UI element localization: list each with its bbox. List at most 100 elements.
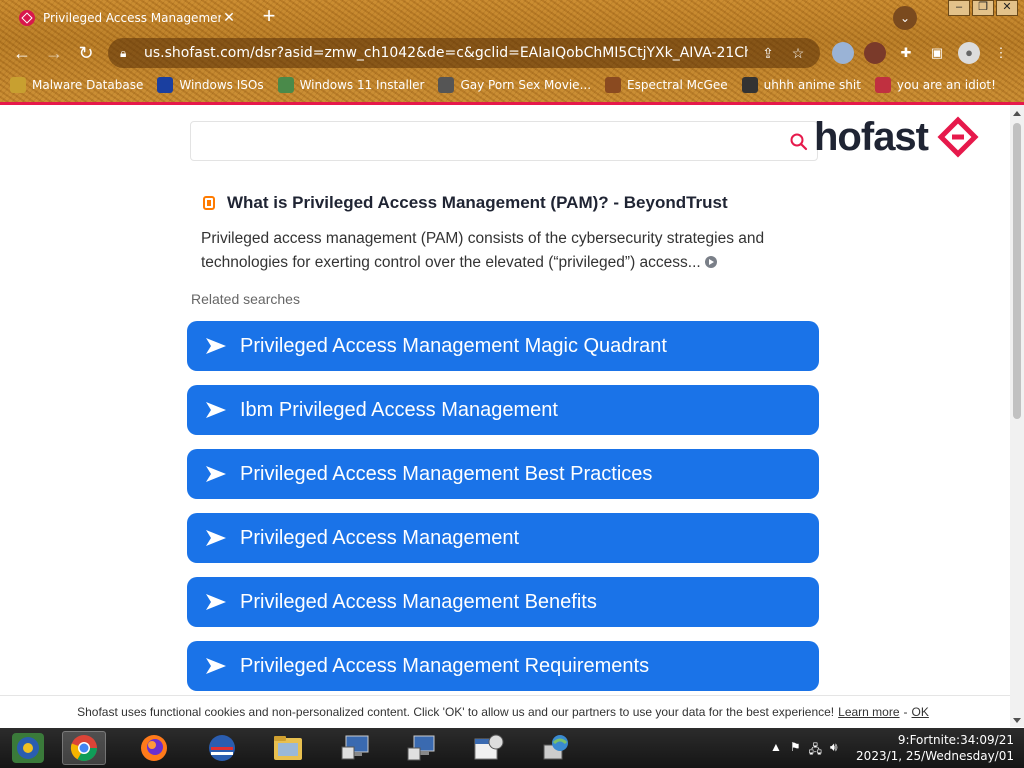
taskbar-firefox-button[interactable]	[132, 731, 176, 765]
result-title-link[interactable]: What is Privileged Access Management (PA…	[227, 193, 728, 213]
related-search-label: Privileged Access Management Benefits	[240, 590, 597, 613]
arrow-right-icon	[206, 338, 226, 354]
share-icon[interactable]: ⇪	[758, 45, 778, 62]
result-header: What is Privileged Access Management (PA…	[201, 193, 811, 213]
tab-title: Privileged Access Management - Sh	[43, 11, 221, 25]
extension-globe-icon[interactable]	[832, 42, 854, 64]
extensions-puzzle-icon[interactable]: ✚	[895, 42, 917, 64]
chrome-icon	[70, 735, 98, 762]
search-input[interactable]	[191, 122, 751, 160]
taskbar-chrome-button[interactable]	[62, 731, 106, 765]
flag-icon	[874, 77, 891, 93]
system-tray: ▲ ⚑ 🖧︎ 🔊︎	[770, 740, 838, 761]
url-text[interactable]: us.shofast.com/dsr?asid=zmw_ch1042&de=c&…	[144, 45, 748, 61]
action-center-flag-icon[interactable]: ⚑	[790, 740, 801, 761]
arrow-right-icon	[206, 402, 226, 418]
taskbar-network-button[interactable]	[400, 731, 444, 765]
start-orb-icon	[12, 733, 44, 763]
bookmark-label: Windows ISOs	[179, 78, 264, 92]
volume-icon[interactable]: 🔊︎	[830, 740, 838, 761]
bookmark-item[interactable]: you are an idiot!	[874, 77, 996, 93]
bookmark-label: Malware Database	[32, 78, 144, 92]
browser-tab[interactable]: Privileged Access Management - Sh ✕	[9, 4, 247, 32]
scrollbar-thumb[interactable]	[1013, 123, 1021, 419]
bookmark-item[interactable]: uhhh anime shit	[741, 77, 861, 93]
page-scrollbar[interactable]	[1010, 105, 1024, 727]
related-search-button[interactable]: Ibm Privileged Access Management	[187, 385, 819, 435]
arrow-right-icon	[206, 530, 226, 546]
tab-search-chevron-icon[interactable]: ⌄	[893, 6, 917, 30]
related-search-label: Privileged Access Management	[240, 526, 520, 549]
bookmark-item[interactable]: Malware Database	[10, 77, 143, 93]
back-arrow-icon[interactable]: ←	[10, 41, 34, 65]
extension-avatar-icon[interactable]	[864, 42, 886, 64]
related-search-button[interactable]: Privileged Access Management	[187, 513, 819, 563]
taskbar: ▲ ⚑ 🖧︎ 🔊︎ 9:Fortnite:34:09/21 2023/1, 25…	[0, 728, 1024, 768]
related-search-label: Privileged Access Management Magic Quadr…	[240, 334, 667, 357]
minimize-button[interactable]: –	[948, 0, 970, 16]
related-search-button[interactable]: Privileged Access Management Requirement…	[187, 641, 819, 691]
bookmark-label: uhhh anime shit	[763, 78, 861, 92]
cookie-ok-link[interactable]: OK	[912, 705, 929, 719]
globe-icon	[438, 77, 455, 93]
related-search-button[interactable]: Privileged Access Management Benefits	[187, 577, 819, 627]
arrow-right-icon	[206, 658, 226, 674]
taskbar-explorer-button[interactable]	[266, 731, 310, 765]
lock-icon: 🔒︎	[120, 46, 127, 60]
bookmark-star-icon[interactable]: ☆	[788, 45, 808, 62]
start-button[interactable]	[6, 731, 50, 765]
scroll-up-arrow-icon[interactable]	[1013, 111, 1021, 116]
learn-more-link[interactable]: Learn more	[838, 705, 899, 719]
firefox-icon	[141, 735, 167, 761]
taskbar-clock[interactable]: 9:Fortnite:34:09/21 2023/1, 25/Wednesday…	[856, 732, 1014, 764]
browser-menu-icon[interactable]: ⋮	[990, 42, 1012, 64]
side-panel-icon[interactable]: ▣	[926, 42, 948, 64]
bookmark-item[interactable]: Windows 11 Installer	[277, 77, 424, 93]
forward-arrow-icon[interactable]: →	[42, 41, 66, 65]
calendar-clock-icon	[474, 734, 504, 760]
cookie-separator: -	[903, 704, 908, 719]
bookmark-label: you are an idiot!	[896, 78, 996, 92]
bookmark-item[interactable]: Espectral McGee	[605, 77, 728, 93]
bookmark-item[interactable]: Gay Porn Sex Movie...	[438, 77, 591, 93]
search-result: What is Privileged Access Management (PA…	[201, 193, 811, 275]
close-window-button[interactable]: ✕	[996, 0, 1018, 16]
result-snippet-text: Privileged access management (PAM) consi…	[201, 230, 765, 271]
restore-button[interactable]: ❐	[972, 0, 994, 16]
taskbar-remote-desktop-button[interactable]	[334, 731, 378, 765]
shofast-logo[interactable]: hofast	[814, 115, 980, 159]
reload-icon[interactable]: ↻	[74, 41, 98, 65]
shofast-diamond-icon	[937, 116, 979, 158]
search-box	[190, 121, 818, 161]
globe-computer-icon	[543, 735, 568, 760]
avatar-icon	[605, 77, 622, 93]
related-search-label: Privileged Access Management Requirement…	[240, 654, 650, 677]
read-more-icon[interactable]	[704, 256, 717, 268]
anime-icon	[741, 77, 758, 93]
tab-close-icon[interactable]: ✕	[221, 10, 237, 26]
arrow-right-icon	[206, 466, 226, 482]
related-search-button[interactable]: Privileged Access Management Best Practi…	[187, 449, 819, 499]
web-page: hofast What is Privileged Access Managem…	[0, 105, 1010, 727]
related-searches-label: Related searches	[191, 291, 300, 307]
tray-expand-icon[interactable]: ▲	[770, 740, 782, 761]
taskbar-internet-button[interactable]	[534, 731, 578, 765]
bookmark-label: Espectral McGee	[627, 78, 728, 92]
new-tab-button[interactable]: +	[258, 5, 280, 27]
shofast-favicon-icon	[19, 10, 35, 26]
taskbar-app-button[interactable]	[200, 731, 244, 765]
profile-avatar-icon[interactable]: ●	[958, 42, 980, 64]
computer-icon	[341, 735, 369, 760]
network-icon[interactable]: 🖧︎	[809, 740, 822, 761]
bookmarks-bar: Malware Database Windows ISOs Windows 11 I…	[10, 74, 996, 96]
related-search-button[interactable]: Privileged Access Management Magic Quadr…	[187, 321, 819, 371]
cookie-text: Shofast uses functional cookies and non-…	[77, 704, 835, 719]
folder-icon	[10, 77, 26, 93]
bookmark-item[interactable]: Windows ISOs	[157, 77, 264, 93]
taskbar-scheduler-button[interactable]	[466, 731, 510, 765]
address-bar[interactable]: 🔒︎ us.shofast.com/dsr?asid=zmw_ch1042&de…	[108, 38, 820, 68]
scroll-down-arrow-icon[interactable]	[1013, 718, 1021, 723]
result-snippet: Privileged access management (PAM) consi…	[201, 227, 811, 275]
search-icon[interactable]	[789, 132, 809, 152]
x-icon	[157, 77, 174, 93]
